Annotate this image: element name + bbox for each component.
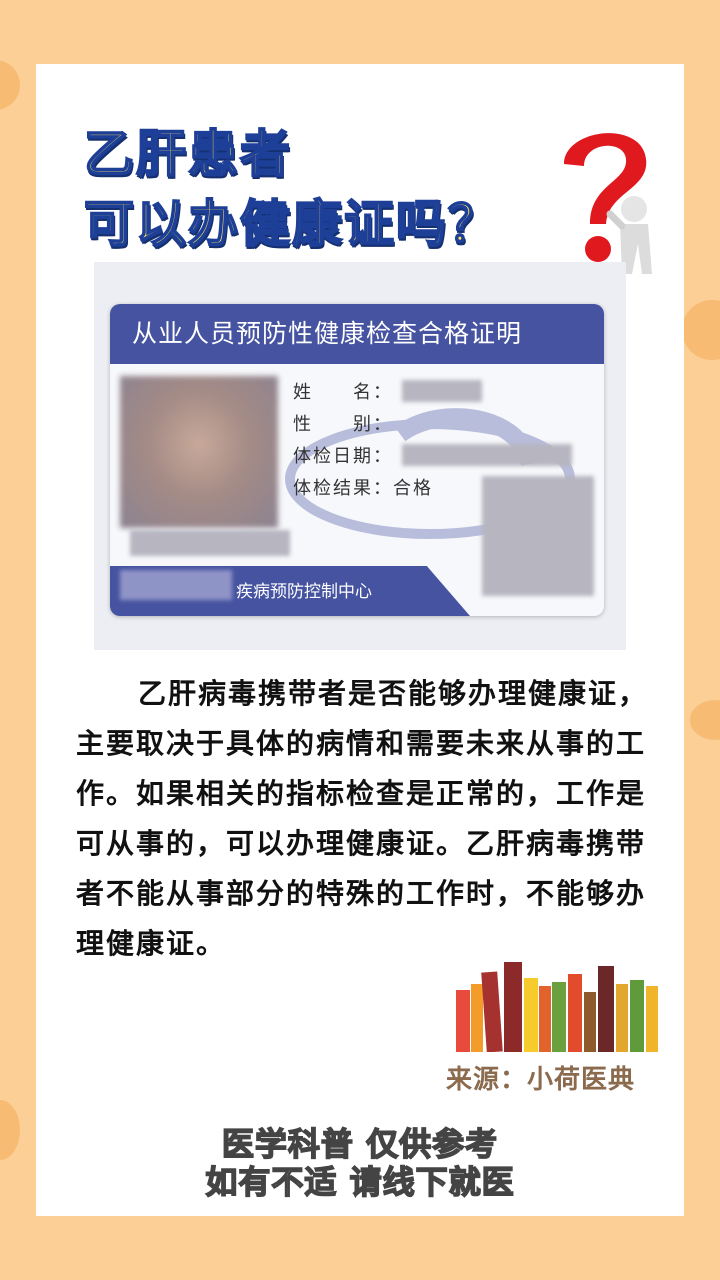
field-gender: 性 别： (293, 414, 393, 435)
decor-blob (682, 300, 720, 360)
health-certificate-photo: 从业人员预防性健康检查合格证明 姓 名： 性 别： 体检日期： 体检结果：合格 … (94, 262, 626, 650)
disclaimer-line-2: 如有不适 请线下就医 (205, 1162, 515, 1202)
certificate-header: 从业人员预防性健康检查合格证明 (110, 304, 604, 364)
field-name: 姓 名： (293, 382, 393, 403)
redacted-name (402, 380, 482, 402)
question-mark-figure-icon (564, 133, 652, 274)
redacted-id (130, 530, 290, 556)
field-exam-date: 体检日期： (293, 446, 393, 467)
redacted-date (402, 444, 572, 466)
article-body-text: 乙肝病毒携带者是否能够办理健康证，主要取决于具体的病情和需要未来从事的工作。如果… (76, 677, 649, 960)
decor-blob (0, 1100, 20, 1160)
redacted-qr (482, 476, 594, 596)
title-line-2: 可以办健康证吗？ (83, 194, 500, 254)
article-body: 乙肝病毒携带者是否能够办理健康证，主要取决于具体的病情和需要未来从事的工作。如果… (76, 669, 656, 969)
content-card: 乙肝患者 可以办健康证吗？ 从业人员预防性健康检查合格证明 姓 名： 性 别： … (36, 64, 684, 1216)
decor-blob (690, 700, 720, 740)
redacted-region (120, 570, 232, 600)
title-line-1: 乙肝患者 (83, 124, 292, 184)
certificate-footer-text: 疾病预防控制中心 (236, 582, 372, 602)
portrait-photo-blurred (120, 376, 278, 528)
health-certificate-card: 从业人员预防性健康检查合格证明 姓 名： 性 别： 体检日期： 体检结果：合格 … (110, 304, 604, 616)
field-exam-result: 体检结果：合格 (293, 478, 433, 499)
decor-blob (0, 60, 20, 110)
books-icon (456, 962, 658, 1052)
source-label: 来源：小荷医典 (446, 1065, 636, 1095)
